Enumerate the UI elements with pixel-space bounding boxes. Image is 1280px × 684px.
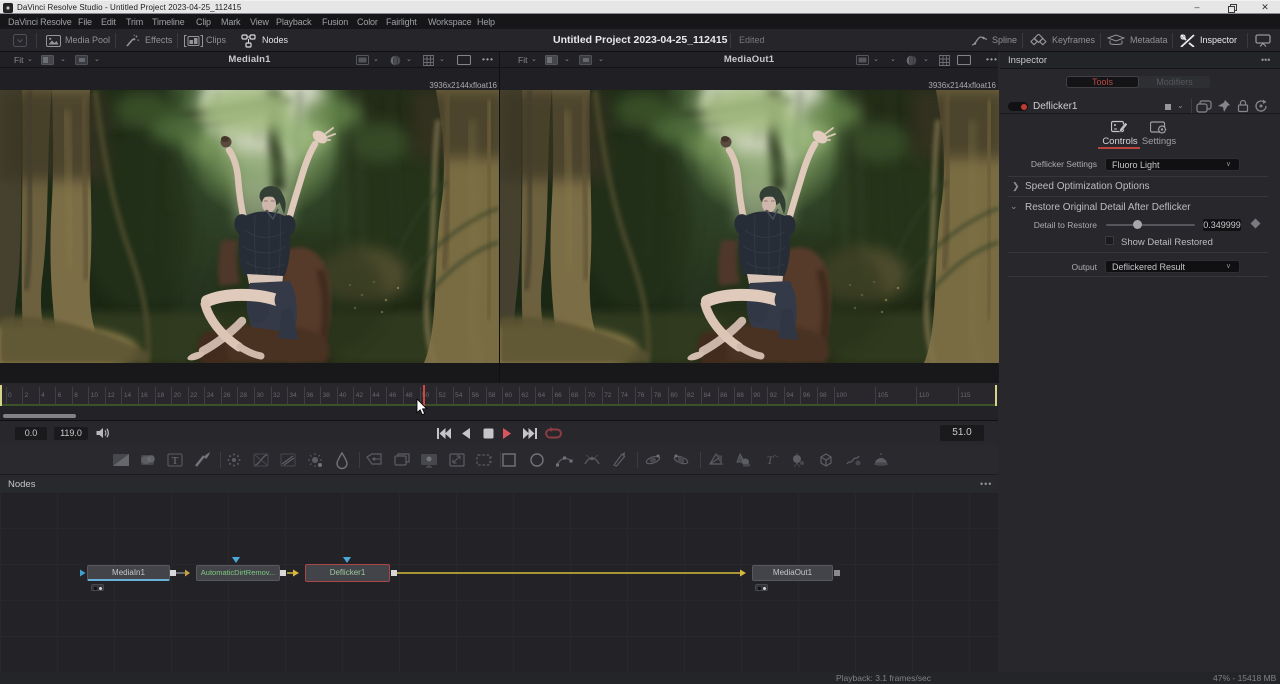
svg-text:T: T [767, 453, 775, 467]
svg-text:T: T [172, 455, 179, 467]
